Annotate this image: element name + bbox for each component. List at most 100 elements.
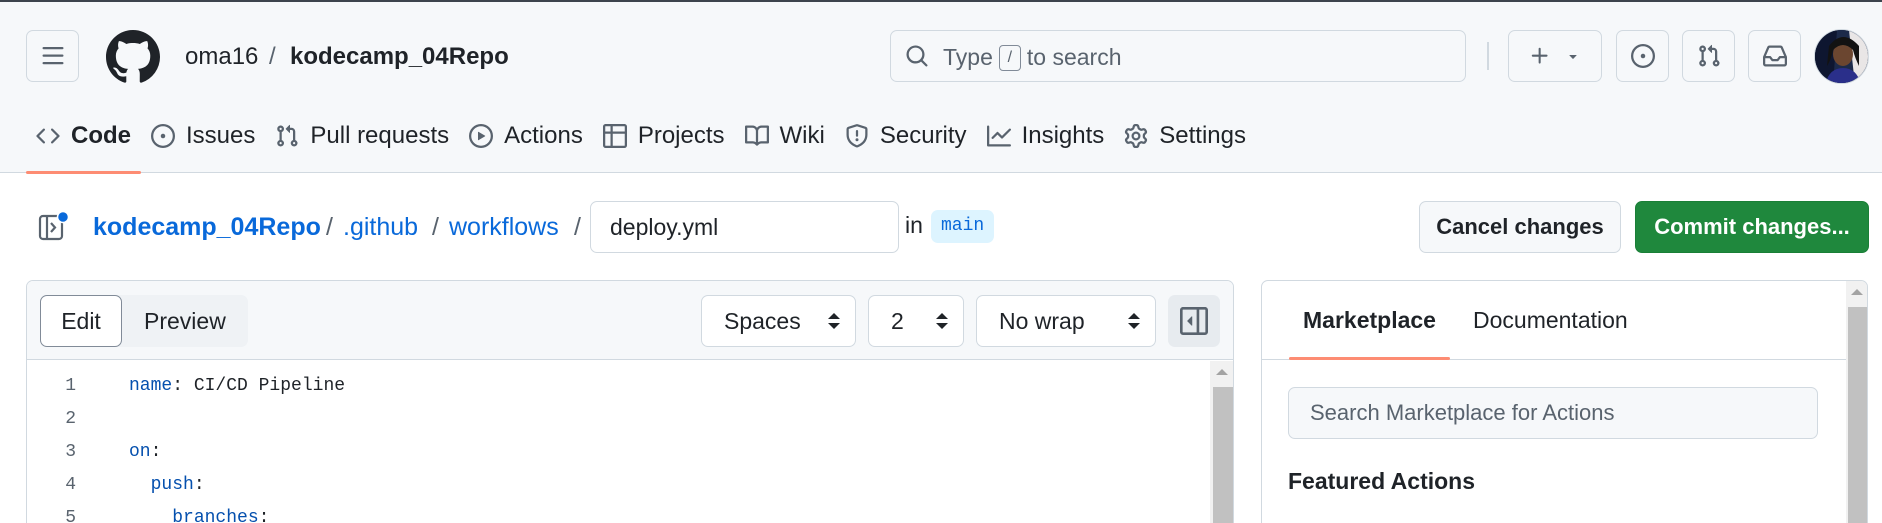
side-panel-tabs: Marketplace Documentation <box>1262 281 1846 360</box>
branch-in-label: in <box>905 212 923 238</box>
menu-button[interactable] <box>26 30 79 82</box>
inbox-icon <box>1762 45 1787 67</box>
line-number: 4 <box>65 474 76 495</box>
wrap-mode-select[interactable]: No wrap <box>976 295 1156 347</box>
tab-projects[interactable]: Projects <box>593 110 735 162</box>
select-caret-icon <box>936 313 948 329</box>
breadcrumb-separator: / <box>269 43 276 70</box>
breadcrumb-separator: / <box>574 213 581 241</box>
header-divider <box>1487 42 1489 70</box>
repo-nav: Code Issues Pull requests Actions Projec… <box>26 110 1256 174</box>
breadcrumb-github-link[interactable]: .github <box>343 212 418 242</box>
code-line: 3 on: <box>27 435 161 468</box>
toggle-side-panel-button[interactable] <box>1168 295 1220 347</box>
tab-insights[interactable]: Insights <box>977 110 1115 162</box>
breadcrumb-workflows-link[interactable]: workflows <box>449 212 559 242</box>
tab-marketplace[interactable]: Marketplace <box>1289 307 1450 360</box>
filename-input[interactable] <box>590 201 899 253</box>
plus-icon <box>1531 47 1548 64</box>
line-content: push: <box>129 475 205 495</box>
tab-actions[interactable]: Actions <box>459 110 593 162</box>
search-placeholder-rest: to search <box>1026 44 1122 70</box>
owner-link[interactable]: oma16 <box>185 42 258 72</box>
graph-icon <box>986 125 1011 147</box>
yaml-rest: : <box>193 474 205 495</box>
code-line: 1 name: CI/CD Pipeline <box>27 369 345 402</box>
breadcrumb-separator: / <box>326 213 333 241</box>
commit-changes-button[interactable]: Commit changes... <box>1635 201 1869 253</box>
scroll-up-arrow-icon[interactable] <box>1216 369 1228 375</box>
select-caret-icon <box>1128 313 1140 329</box>
search-icon <box>906 45 928 67</box>
shield-icon <box>846 124 868 148</box>
yaml-key: branches <box>172 507 259 523</box>
tab-issues[interactable]: Issues <box>141 110 265 162</box>
line-number: 5 <box>65 507 76 523</box>
tab-preview[interactable]: Preview <box>122 295 248 347</box>
search-shortcut-key: / <box>998 44 1021 71</box>
tab-wiki[interactable]: Wiki <box>735 110 835 162</box>
global-header: oma16 / kodecamp_04Repo Type / to search <box>0 2 1882 174</box>
tab-documentation[interactable]: Documentation <box>1473 307 1628 334</box>
scroll-thumb[interactable] <box>1213 387 1233 523</box>
line-content: branches: <box>129 508 269 523</box>
featured-actions-heading: Featured Actions <box>1288 468 1476 494</box>
avatar-image-icon <box>1815 30 1868 83</box>
tab-pull-requests[interactable]: Pull requests <box>265 110 459 162</box>
triangle-down-icon <box>1569 55 1577 59</box>
repo-name-link[interactable]: kodecamp_04Repo <box>290 42 509 72</box>
marketplace-panel: Marketplace Documentation Featured Actio… <box>1261 280 1868 523</box>
search-placeholder-type: Type <box>943 44 993 70</box>
yaml-key: push <box>150 474 194 495</box>
scroll-thumb[interactable] <box>1848 307 1867 523</box>
yaml-key: on <box>129 441 151 462</box>
line-content: on: <box>129 442 161 462</box>
tab-code-label: Code <box>71 122 131 149</box>
github-logo-icon[interactable] <box>106 30 160 84</box>
create-new-button[interactable] <box>1508 30 1602 82</box>
code-area[interactable]: 1 name: CI/CD Pipeline 2 3 on: 4 push: 5… <box>27 361 1210 523</box>
code-icon <box>36 128 60 144</box>
yaml-rest: : <box>258 507 270 523</box>
marketplace-search-input[interactable] <box>1288 387 1818 439</box>
table-icon <box>602 124 627 148</box>
tab-issues-label: Issues <box>186 122 256 149</box>
scroll-up-arrow-icon[interactable] <box>1851 289 1863 295</box>
sidebar-expand-icon <box>1180 307 1208 335</box>
editor-scrollbar[interactable] <box>1210 361 1233 523</box>
your-pull-requests-button[interactable] <box>1682 30 1735 82</box>
indent-mode-select[interactable]: Spaces <box>701 295 856 347</box>
file-tree-toggle-icon[interactable] <box>38 212 68 242</box>
side-panel-scrollbar[interactable] <box>1846 281 1867 523</box>
select-caret-icon <box>828 313 840 329</box>
tab-pull-requests-label: Pull requests <box>310 122 450 149</box>
search-placeholder: Type / to search <box>943 44 1121 71</box>
tab-insights-label: Insights <box>1021 122 1105 149</box>
yaml-rest: : CI/CD Pipeline <box>172 375 346 396</box>
code-editor-panel: Edit Preview Spaces 2 No wrap 1 name: CI… <box>26 280 1234 523</box>
user-avatar[interactable] <box>1814 29 1869 84</box>
breadcrumb-repo-link[interactable]: kodecamp_04Repo <box>93 212 321 242</box>
tab-actions-label: Actions <box>504 122 583 149</box>
line-content: name: CI/CD Pipeline <box>129 376 345 396</box>
edit-preview-toggle: Edit Preview <box>40 295 248 347</box>
tab-settings[interactable]: Settings <box>1114 110 1256 162</box>
tab-code[interactable]: Code <box>26 110 141 174</box>
tab-settings-label: Settings <box>1159 122 1246 149</box>
line-number: 3 <box>65 441 76 462</box>
pull-request-icon <box>277 124 298 147</box>
indent-mode-value: Spaces <box>724 307 801 334</box>
indent-size-select[interactable]: 2 <box>868 295 964 347</box>
tab-edit[interactable]: Edit <box>40 295 122 347</box>
cancel-changes-button[interactable]: Cancel changes <box>1419 201 1621 253</box>
git-pull-request-icon <box>1698 44 1720 67</box>
line-number: 2 <box>65 408 76 429</box>
global-search-input[interactable]: Type / to search <box>890 30 1466 82</box>
breadcrumb-separator: / <box>432 213 439 241</box>
notifications-button[interactable] <box>1748 30 1801 82</box>
tab-projects-label: Projects <box>637 122 725 149</box>
play-icon <box>469 124 494 148</box>
code-line: 5 branches: <box>27 501 269 523</box>
tab-security[interactable]: Security <box>835 110 977 162</box>
your-issues-button[interactable] <box>1616 30 1669 82</box>
